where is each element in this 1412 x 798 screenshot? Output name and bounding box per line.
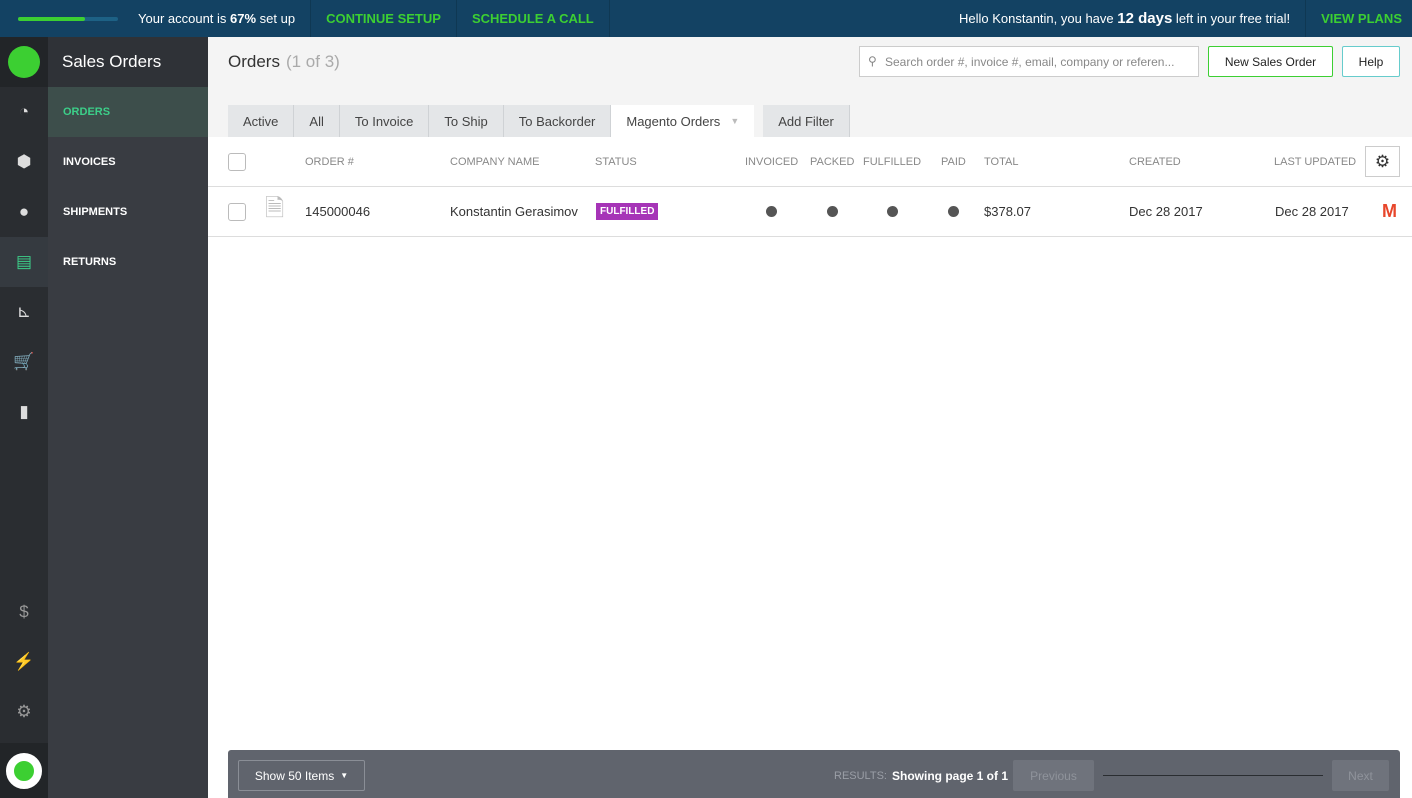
help-button[interactable]: Help <box>1342 46 1400 77</box>
sidebar-item-orders[interactable]: ORDERS <box>48 87 208 137</box>
col-invoiced[interactable]: INVOICED <box>745 137 798 186</box>
user-avatar[interactable] <box>0 743 48 798</box>
col-created[interactable]: CREATED <box>1129 137 1181 186</box>
tab-to-ship[interactable]: To Ship <box>429 105 504 137</box>
search-input[interactable]: ⚲ Search order #, invoice #, email, compa… <box>859 46 1199 77</box>
company-name: Konstantin Gerasimov <box>450 204 578 219</box>
tab-to-invoice[interactable]: To Invoice <box>339 105 430 137</box>
page-status: Showing page 1 of 1 <box>892 768 1009 783</box>
billing-icon[interactable]: $ <box>0 587 48 637</box>
order-total: $378.07 <box>984 204 1031 219</box>
icon-rail: ◔ ⬢ ● ▤ ⊾ 🛒 ▮ $ ⚡ ⚙ <box>0 37 48 798</box>
table-header: ORDER # COMPANY NAME STATUS INVOICED PAC… <box>208 137 1412 187</box>
row-checkbox[interactable] <box>228 202 246 221</box>
setup-progress-bar <box>18 16 118 21</box>
continue-setup-link[interactable]: CONTINUE SETUP <box>310 0 457 37</box>
add-filter-button[interactable]: Add Filter <box>763 105 850 137</box>
page-title: Orders (1 of 3) <box>228 52 340 71</box>
col-status[interactable]: STATUS <box>595 137 637 186</box>
paid-dot <box>948 206 959 217</box>
new-sales-order-button[interactable]: New Sales Order <box>1208 46 1333 77</box>
cart-icon[interactable]: 🛒 <box>0 337 48 387</box>
page-slider-track[interactable] <box>1103 775 1323 776</box>
pagination-footer: Show 50 Items ▼ RESULTS: Showing page 1 o… <box>228 750 1400 798</box>
setup-text: Your account is 67% set up <box>138 11 296 26</box>
tab-magento-orders[interactable]: Magento Orders ▼ <box>611 105 755 137</box>
schedule-call-link[interactable]: SCHEDULE A CALL <box>457 0 610 37</box>
view-plans-link[interactable]: VIEW PLANS <box>1305 0 1412 37</box>
col-last-updated[interactable]: LAST UPDATED <box>1274 137 1356 186</box>
sidebar-item-shipments[interactable]: SHIPMENTS <box>48 187 208 237</box>
integrations-plug-icon[interactable]: ⚡ <box>0 637 48 687</box>
chevron-down-icon: ▼ <box>730 116 740 126</box>
reports-icon[interactable]: ▮ <box>0 387 48 437</box>
sales-orders-icon[interactable]: ▤ <box>0 237 48 287</box>
magento-icon: M <box>1382 201 1397 221</box>
show-items-dropdown[interactable]: Show 50 Items ▼ <box>238 760 365 791</box>
col-fulfilled[interactable]: FULFILLED <box>863 137 921 186</box>
order-number[interactable]: 145000046 <box>305 187 370 236</box>
sidebar: Sales Orders ORDERS INVOICES SHIPMENTS R… <box>48 37 208 798</box>
dashboard-icon[interactable]: ◔ <box>0 87 48 137</box>
caret-down-icon: ▼ <box>340 771 349 780</box>
col-order[interactable]: ORDER # <box>305 137 354 186</box>
created-date: Dec 28 2017 <box>1129 204 1203 219</box>
tab-all[interactable]: All <box>294 105 340 137</box>
col-total[interactable]: TOTAL <box>984 137 1018 186</box>
select-all-checkbox[interactable] <box>228 152 246 171</box>
settings-gear-icon[interactable]: ⚙ <box>0 687 48 737</box>
col-paid[interactable]: PAID <box>941 137 966 186</box>
sidebar-item-returns[interactable]: RETURNS <box>48 237 208 287</box>
tab-active[interactable]: Active <box>228 105 295 137</box>
column-settings-gear-icon[interactable]: ⚙ <box>1365 146 1400 177</box>
document-icon: 🗎 <box>265 195 285 222</box>
trial-text: Hello Konstantin, you have 12 days left … <box>958 10 1291 27</box>
tab-to-backorder[interactable]: To Backorder <box>503 105 612 137</box>
inventory-box-icon[interactable]: ⬢ <box>0 137 48 187</box>
sidebar-item-invoices[interactable]: INVOICES <box>48 137 208 187</box>
invoiced-dot <box>766 206 777 217</box>
customers-icon[interactable]: ● <box>0 187 48 237</box>
status-badge: FULFILLED <box>596 203 659 220</box>
previous-button[interactable]: Previous <box>1013 760 1094 791</box>
packed-dot <box>827 206 838 217</box>
app-logo[interactable] <box>0 37 48 87</box>
setup-banner: Your account is 67% set up CONTINUE SETU… <box>0 0 1412 37</box>
updated-date: Dec 28 2017 <box>1275 204 1349 219</box>
results-label: RESULTS: <box>834 769 887 782</box>
purchasing-icon[interactable]: ⊾ <box>0 287 48 337</box>
col-company[interactable]: COMPANY NAME <box>450 137 539 186</box>
next-button[interactable]: Next <box>1332 760 1389 791</box>
sidebar-title: Sales Orders <box>48 37 208 87</box>
fulfilled-dot <box>887 206 898 217</box>
search-icon: ⚲ <box>868 54 877 68</box>
table-row[interactable]: 🗎 145000046 Konstantin Gerasimov FULFILL… <box>208 187 1412 237</box>
col-packed[interactable]: PACKED <box>810 137 854 186</box>
